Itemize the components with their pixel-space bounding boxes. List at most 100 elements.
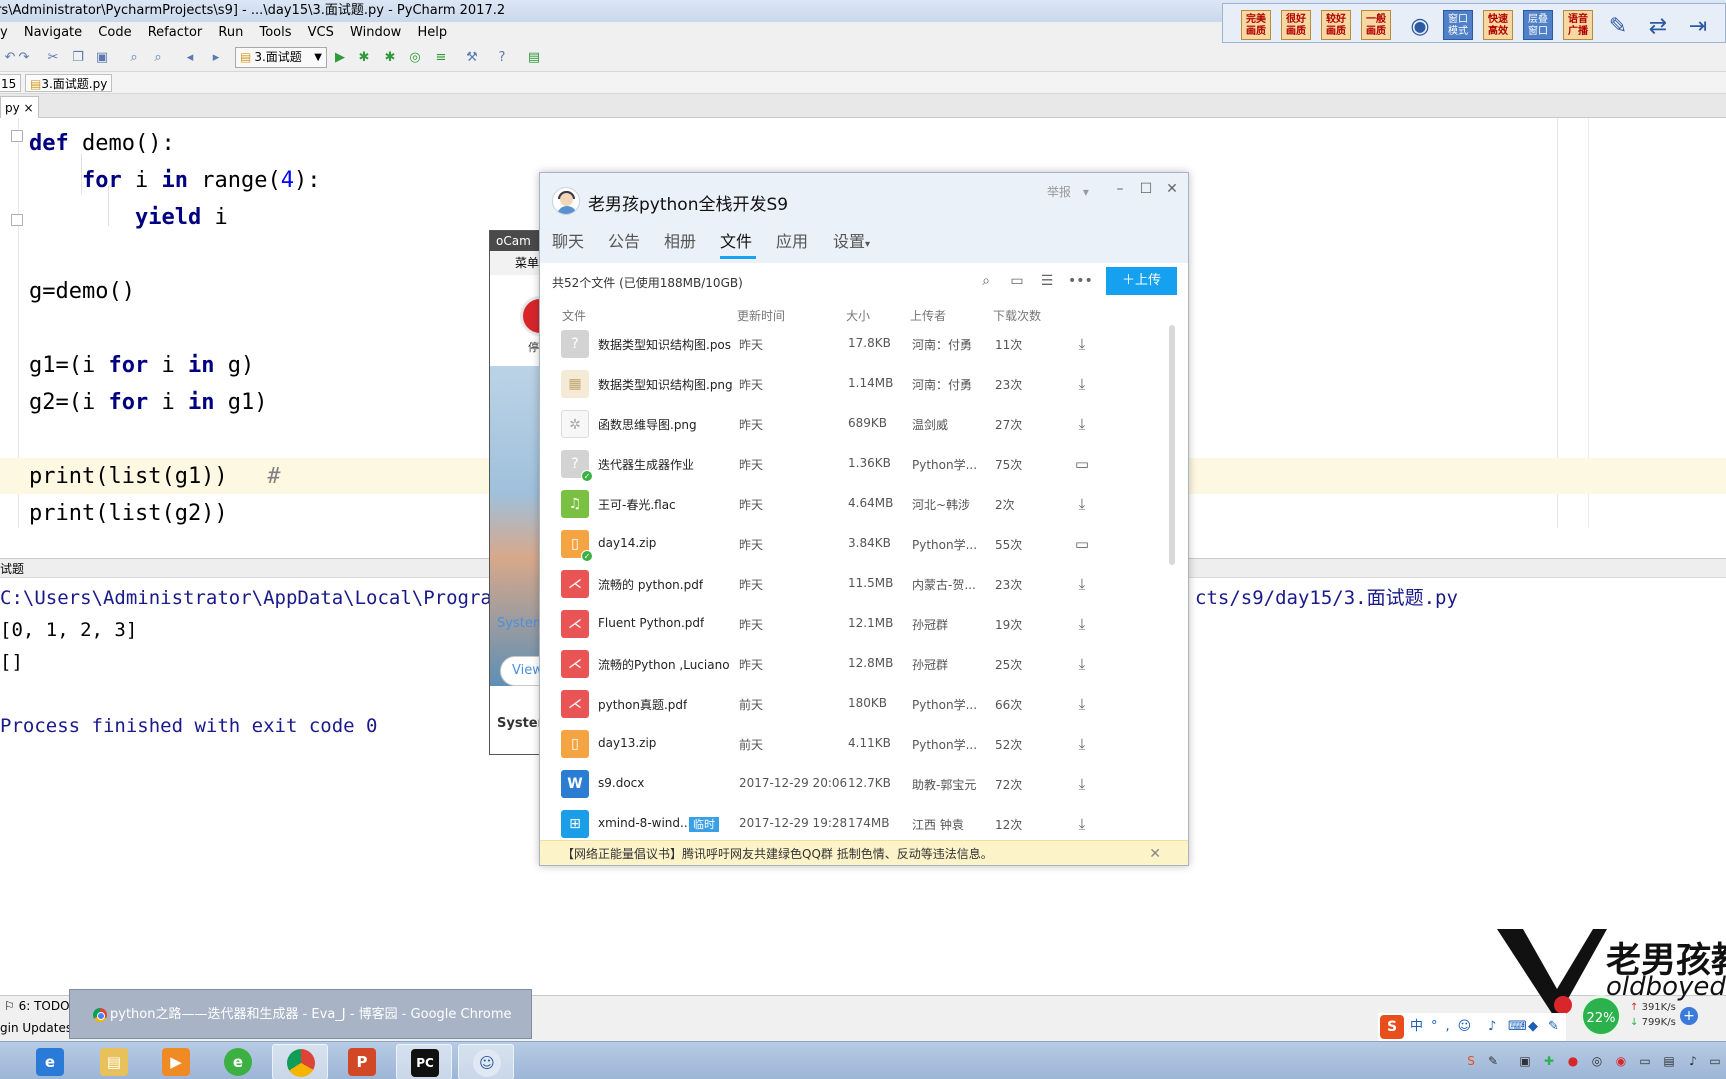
breadcrumb-folder[interactable]: 15 bbox=[0, 74, 22, 92]
file-name[interactable]: 王可-春光.flac bbox=[598, 496, 676, 513]
download-icon[interactable]: ⤓ bbox=[1072, 494, 1092, 514]
taskbar-360[interactable]: e bbox=[210, 1044, 266, 1079]
tab-apps[interactable]: 应用 bbox=[776, 228, 808, 252]
tools-icon[interactable]: ✎ bbox=[1548, 1013, 1559, 1041]
file-row[interactable]: ⋌ 流畅的 python.pdf 昨天 11.5MB 内蒙古-贺... 23次 ⤓ bbox=[552, 565, 1168, 605]
pen-icon[interactable]: ✎ bbox=[1603, 10, 1633, 40]
tray-icon[interactable]: ✎ bbox=[1486, 1054, 1500, 1068]
file-row[interactable]: ⊞ xmind-8-wind... 2017-12-29 19:28 174MB 江西 … bbox=[552, 805, 1168, 845]
fold-marker-icon[interactable] bbox=[11, 214, 23, 226]
file-name[interactable]: python真题.pdf bbox=[598, 696, 687, 713]
recording-tray-icon[interactable]: ● bbox=[1566, 1054, 1580, 1068]
volume-icon[interactable]: ♪ bbox=[1686, 1054, 1700, 1068]
file-row[interactable]: ▯ ✓ day14.zip 昨天 3.84KB Python学... 55次 ▭ bbox=[552, 525, 1168, 565]
cpu-usage-badge[interactable]: 22% bbox=[1580, 995, 1622, 1037]
quality-perfect-button[interactable]: 完美画质 bbox=[1241, 10, 1271, 40]
replace-icon[interactable]: ⌕ bbox=[150, 50, 166, 66]
list-view-icon[interactable]: ☰ bbox=[1038, 272, 1056, 290]
column-downloads[interactable]: 下载次数 bbox=[993, 307, 1041, 324]
security-tray-icon[interactable]: ✚ bbox=[1542, 1054, 1556, 1068]
tab-chat[interactable]: 聊天 bbox=[552, 228, 584, 252]
file-row[interactable]: ? 数据类型知识结构图.pos 昨天 17.8KB 河南：付勇 11次 ⤓ bbox=[552, 325, 1168, 365]
forward-icon[interactable]: ▸ bbox=[208, 50, 224, 66]
skin-icon[interactable]: ◆ bbox=[1528, 1013, 1538, 1041]
file-name[interactable]: 流畅的Python ,Luciano ... bbox=[598, 656, 733, 673]
window-mode-button[interactable]: 窗口模式 bbox=[1443, 10, 1473, 40]
run-config-select[interactable]: ▤ 3.面试题 ▼ bbox=[235, 47, 327, 68]
file-row[interactable]: ✲ 函数思维导图.png 昨天 689KB 温剑威 27次 ⤓ bbox=[552, 405, 1168, 445]
breadcrumb-file[interactable]: ▤3.面试题.py bbox=[25, 74, 113, 92]
tray-icon[interactable]: ◎ bbox=[1590, 1054, 1604, 1068]
stack-window-button[interactable]: 层叠窗口 bbox=[1523, 10, 1553, 40]
settings-icon[interactable]: ⚒ bbox=[464, 50, 480, 66]
copy-icon[interactable]: ❐ bbox=[70, 50, 86, 66]
quality-good-button[interactable]: 较好画质 bbox=[1321, 10, 1351, 40]
add-icon[interactable]: + bbox=[1680, 1007, 1698, 1025]
scrollbar-thumb[interactable] bbox=[1169, 325, 1175, 565]
mic-icon[interactable]: ♪ bbox=[1488, 1013, 1496, 1041]
taskbar-qq[interactable]: ☺ bbox=[458, 1044, 514, 1079]
inbox-icon[interactable]: ▭ bbox=[1008, 272, 1026, 290]
file-row[interactable]: ♫ 王可-春光.flac 昨天 4.64MB 河北~韩涉 2次 ⤓ bbox=[552, 485, 1168, 525]
sogou-icon[interactable]: S bbox=[1380, 1015, 1404, 1039]
exit-icon[interactable]: ⇥ bbox=[1683, 10, 1713, 40]
download-icon[interactable]: ⤓ bbox=[1072, 774, 1092, 794]
file-name[interactable]: Fluent Python.pdf bbox=[598, 616, 704, 630]
menu-tools[interactable]: Tools bbox=[253, 22, 297, 44]
download-icon[interactable]: ⤓ bbox=[1072, 374, 1092, 394]
search-icon[interactable]: ⌕ bbox=[977, 272, 995, 290]
file-name[interactable]: 数据类型知识结构图.png bbox=[598, 376, 733, 393]
cut-icon[interactable]: ✂ bbox=[45, 50, 61, 66]
download-icon[interactable]: ⤓ bbox=[1072, 574, 1092, 594]
vcs-update-icon[interactable]: ▤ bbox=[526, 50, 542, 66]
debug-icon[interactable]: ✱ bbox=[356, 50, 372, 66]
folder-icon[interactable]: ▭ bbox=[1072, 454, 1092, 474]
switch-screen-icon[interactable]: ⇄ bbox=[1643, 10, 1673, 40]
keyboard-icon[interactable]: ⌨ bbox=[1508, 1013, 1527, 1041]
download-icon[interactable]: ⤓ bbox=[1072, 414, 1092, 434]
file-name[interactable]: s9.docx bbox=[598, 776, 644, 790]
menu-navigate[interactable]: Navigate bbox=[18, 22, 88, 44]
file-row[interactable]: ▦ 数据类型知识结构图.png 昨天 1.14MB 河南：付勇 23次 ⤓ bbox=[552, 365, 1168, 405]
chrome-window-preview[interactable]: python之路——迭代器和生成器 - Eva_J - 博客园 - Google… bbox=[69, 989, 532, 1039]
action-center-icon[interactable]: ▭ bbox=[1708, 1054, 1722, 1068]
download-icon[interactable]: ⤓ bbox=[1072, 614, 1092, 634]
minimize-icon[interactable]: – bbox=[1112, 181, 1128, 197]
quality-very-good-button[interactable]: 很好画质 bbox=[1281, 10, 1311, 40]
tab-settings[interactable]: 设置▾ bbox=[833, 228, 870, 252]
fold-marker-icon[interactable] bbox=[11, 130, 23, 142]
tray-icon[interactable]: ▭ bbox=[1638, 1054, 1652, 1068]
taskbar-powerpoint[interactable]: P bbox=[334, 1044, 390, 1079]
file-row[interactable]: ? ✓ 迭代器生成器作业 昨天 1.36KB Python学... 75次 ▭ bbox=[552, 445, 1168, 485]
network-tray-icon[interactable]: ▣ bbox=[1518, 1054, 1532, 1068]
download-icon[interactable]: ⤓ bbox=[1072, 334, 1092, 354]
find-icon[interactable]: ⌕ bbox=[126, 50, 142, 66]
close-icon[interactable]: ✕ bbox=[1149, 841, 1161, 865]
record-tray-icon[interactable]: ◉ bbox=[1614, 1054, 1628, 1068]
column-size[interactable]: 大小 bbox=[846, 307, 870, 324]
record-dial-icon[interactable]: ◉ bbox=[1405, 10, 1435, 40]
file-name[interactable]: day13.zip bbox=[598, 736, 656, 750]
ime-status[interactable]: 中°,☺ bbox=[1410, 1013, 1479, 1041]
column-file[interactable]: 文件 bbox=[562, 307, 586, 324]
upload-button[interactable]: ＋上传 bbox=[1106, 267, 1177, 295]
column-uploader[interactable]: 上传者 bbox=[910, 307, 946, 324]
file-row[interactable]: ⋌ 流畅的Python ,Luciano ... 昨天 12.8MB 孙冠群 25次 ⤓ bbox=[552, 645, 1168, 685]
menu-code[interactable]: Code bbox=[92, 22, 137, 44]
coverage-icon[interactable]: ✱ bbox=[382, 50, 398, 66]
back-icon[interactable]: ◂ bbox=[182, 50, 198, 66]
quality-normal-button[interactable]: 一般画质 bbox=[1361, 10, 1391, 40]
more-icon[interactable]: ••• bbox=[1068, 272, 1093, 290]
menu-partial[interactable]: y bbox=[0, 22, 14, 44]
file-row[interactable]: Ws9.docx 2017-12-29 20:06 12.7KB 助教-郭宝元 72次 ⤓ bbox=[552, 765, 1168, 805]
download-icon[interactable]: ⤓ bbox=[1072, 694, 1092, 714]
file-name[interactable]: 数据类型知识结构图.pos bbox=[598, 336, 731, 353]
menu-vcs[interactable]: VCS bbox=[302, 22, 340, 44]
avatar[interactable] bbox=[552, 187, 580, 215]
paste-icon[interactable]: ▣ bbox=[94, 50, 110, 66]
tab-announcement[interactable]: 公告 bbox=[608, 228, 640, 252]
voice-broadcast-button[interactable]: 语音广播 bbox=[1563, 10, 1593, 40]
close-icon[interactable]: ✕ bbox=[1164, 181, 1180, 197]
file-name[interactable]: day14.zip bbox=[598, 536, 656, 550]
fast-efficient-button[interactable]: 快速高效 bbox=[1483, 10, 1513, 40]
